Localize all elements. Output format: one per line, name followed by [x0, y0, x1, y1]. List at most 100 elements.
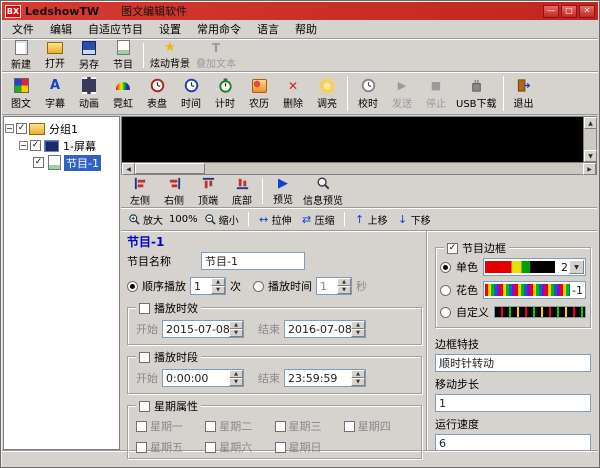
run-speed-field[interactable]: [435, 434, 591, 452]
scrollbar-thumb[interactable]: [135, 163, 205, 174]
preview-button[interactable]: 预览: [266, 176, 300, 206]
timer-button[interactable]: 计时: [208, 74, 242, 113]
animation-button[interactable]: 动画: [72, 74, 106, 113]
spin-down-button[interactable]: ▼: [351, 329, 365, 337]
menu-item-file[interactable]: 文件: [4, 19, 42, 39]
weekday-saturday[interactable]: 星期六: [205, 439, 274, 455]
collapse-icon[interactable]: −: [19, 141, 28, 150]
spin-down-button[interactable]: ▼: [337, 286, 351, 294]
align-bottom-button[interactable]: 底部: [225, 176, 259, 206]
menu-item-common-commands[interactable]: 常用命令: [189, 19, 249, 39]
order-play-count-spinner[interactable]: 1 ▲▼: [190, 277, 226, 295]
usb-download-button[interactable]: USB下载: [453, 74, 500, 113]
vertical-scrollbar[interactable]: ▲ ▼: [583, 117, 596, 162]
pattern-color-combo[interactable]: -1: [483, 281, 586, 299]
weekday-thursday[interactable]: 星期四: [344, 418, 413, 434]
order-play-radio[interactable]: [127, 281, 138, 292]
time-play-radio[interactable]: [253, 281, 264, 292]
menu-item-language[interactable]: 语言: [249, 19, 287, 39]
dropdown-arrow-icon[interactable]: ▼: [569, 260, 584, 274]
validity-start-field[interactable]: 2015-07-08 ▲▼: [162, 320, 244, 338]
spin-up-button[interactable]: ▲: [211, 278, 225, 286]
time-sync-button[interactable]: 校时: [351, 74, 385, 113]
zoom-in-button[interactable]: 放大: [125, 211, 166, 228]
spin-down-button[interactable]: ▼: [351, 378, 365, 386]
spin-up-button[interactable]: ▲: [337, 278, 351, 286]
zoom-out-button[interactable]: 缩小: [201, 211, 242, 228]
move-down-button[interactable]: ↓ 下移: [394, 211, 434, 228]
single-color-combo[interactable]: 2 ▼: [483, 258, 586, 276]
scroll-up-button[interactable]: ▲: [584, 117, 597, 129]
horizontal-scrollbar[interactable]: ◀ ▶: [121, 162, 597, 175]
wednesday-checkbox[interactable]: [275, 421, 286, 432]
single-color-radio[interactable]: [440, 262, 451, 273]
period-start-field[interactable]: 0:00:00 ▲▼: [162, 369, 244, 387]
menu-item-adaptive-program[interactable]: 自适应节目: [80, 19, 151, 39]
custom-color-radio[interactable]: [440, 307, 451, 318]
program-name-field[interactable]: [201, 252, 305, 270]
spin-down-button[interactable]: ▼: [229, 329, 243, 337]
period-checkbox[interactable]: [139, 352, 150, 363]
validity-checkbox[interactable]: [139, 303, 150, 314]
close-button[interactable]: ✕: [579, 5, 595, 18]
custom-color-bar[interactable]: [494, 306, 586, 318]
scroll-left-button[interactable]: ◀: [122, 163, 135, 175]
graphic-text-button[interactable]: 图文: [4, 74, 38, 113]
preview-canvas[interactable]: [122, 117, 583, 162]
tree-item-program1[interactable]: ✓ 节目-1: [5, 154, 118, 171]
stretch-button[interactable]: ↔ 拉伸: [255, 211, 295, 228]
thursday-checkbox[interactable]: [344, 421, 355, 432]
open-button[interactable]: 打开: [38, 41, 72, 70]
brightness-button[interactable]: 调亮: [310, 74, 344, 113]
minimize-button[interactable]: —: [543, 5, 559, 18]
friday-checkbox[interactable]: [136, 442, 147, 453]
scrollbar-track[interactable]: [205, 163, 583, 174]
scroll-right-button[interactable]: ▶: [583, 163, 596, 175]
move-up-button[interactable]: ↑ 上移: [351, 211, 391, 228]
collapse-icon[interactable]: −: [5, 124, 14, 133]
weekday-tuesday[interactable]: 星期二: [205, 418, 274, 434]
monday-checkbox[interactable]: [136, 421, 147, 432]
saturday-checkbox[interactable]: [205, 442, 216, 453]
weekday-sunday[interactable]: 星期日: [275, 439, 344, 455]
tree-item-group1[interactable]: − ✓ 分组1: [5, 120, 118, 137]
weekday-wednesday[interactable]: 星期三: [275, 418, 344, 434]
screen1-checkbox[interactable]: ✓: [30, 140, 41, 151]
align-right-button[interactable]: 右侧: [157, 176, 191, 206]
validity-end-field[interactable]: 2016-07-08 ▲▼: [284, 320, 366, 338]
program-button[interactable]: 节目: [106, 41, 140, 70]
menu-item-help[interactable]: 帮助: [287, 19, 325, 39]
tree-item-screen1[interactable]: − ✓ 1-屏幕: [5, 137, 118, 154]
align-left-button[interactable]: 左侧: [123, 176, 157, 206]
exit-button[interactable]: 退出: [507, 74, 541, 113]
period-end-field[interactable]: 23:59:59 ▲▼: [284, 369, 366, 387]
tuesday-checkbox[interactable]: [205, 421, 216, 432]
pattern-color-radio[interactable]: [440, 285, 451, 296]
weekday-monday[interactable]: 星期一: [136, 418, 205, 434]
spin-down-button[interactable]: ▼: [211, 286, 225, 294]
spin-up-button[interactable]: ▲: [229, 370, 243, 378]
move-step-field[interactable]: [435, 394, 591, 412]
save-as-button[interactable]: 另存: [72, 41, 106, 70]
menu-item-settings[interactable]: 设置: [151, 19, 189, 39]
info-preview-button[interactable]: 信息预览: [300, 176, 346, 206]
subtitle-button[interactable]: 字幕: [38, 74, 72, 113]
dial-button[interactable]: 表盘: [140, 74, 174, 113]
scroll-down-button[interactable]: ▼: [584, 150, 597, 162]
time-play-spinner[interactable]: 1 ▲▼: [316, 277, 352, 295]
neon-button[interactable]: 霓虹: [106, 74, 140, 113]
maximize-button[interactable]: □: [561, 5, 577, 18]
border-checkbox[interactable]: ✓: [447, 243, 458, 254]
program1-checkbox[interactable]: ✓: [33, 157, 44, 168]
spin-up-button[interactable]: ▲: [351, 321, 365, 329]
time-button[interactable]: 时间: [174, 74, 208, 113]
sunday-checkbox[interactable]: [275, 442, 286, 453]
delete-button[interactable]: 删除: [276, 74, 310, 113]
border-effect-field[interactable]: [435, 354, 591, 372]
spin-up-button[interactable]: ▲: [351, 370, 365, 378]
group1-checkbox[interactable]: ✓: [16, 123, 27, 134]
dazzle-background-button[interactable]: 炫动背景: [147, 41, 193, 70]
new-button[interactable]: 新建: [4, 41, 38, 70]
spin-up-button[interactable]: ▲: [229, 321, 243, 329]
align-top-button[interactable]: 顶端: [191, 176, 225, 206]
